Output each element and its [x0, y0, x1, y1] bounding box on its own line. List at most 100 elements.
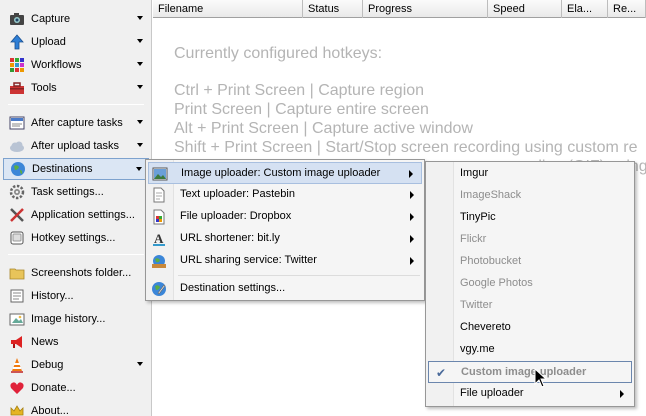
- sidebar-item-label: Destinations: [32, 163, 93, 175]
- column-remaining[interactable]: Re...: [608, 0, 646, 18]
- text-document-icon: [151, 187, 167, 203]
- submenu-arrow-icon: [410, 257, 414, 265]
- mouse-cursor-icon: [534, 368, 548, 388]
- menu-item-tinypic[interactable]: TinyPic: [428, 207, 632, 229]
- sidebar-item-label: History...: [31, 290, 74, 302]
- sidebar-item-label: Screenshots folder...: [31, 267, 132, 279]
- submenu-arrow-icon: [620, 390, 624, 398]
- sidebar-item-label: News: [31, 336, 59, 348]
- column-speed[interactable]: Speed: [488, 0, 562, 18]
- main-sidebar: Capture Upload Workflows Tools After cap…: [0, 0, 152, 416]
- sidebar-item-label: Image history...: [31, 313, 106, 325]
- sidebar-item-history[interactable]: History...: [3, 285, 149, 307]
- menu-item-google-photos: Google Photos: [428, 273, 632, 295]
- heart-icon: [9, 380, 25, 396]
- workflows-grid-icon: [9, 57, 25, 73]
- sidebar-item-label: Workflows: [31, 59, 82, 71]
- hotkey-line: Alt + Print Screen | Capture active wind…: [174, 120, 473, 137]
- chevron-down-icon: [137, 16, 143, 20]
- hotkey-line: Shift + Print Screen | Start/Stop screen…: [174, 139, 638, 156]
- sidebar-item-news[interactable]: News: [3, 331, 149, 353]
- menu-item-imgur[interactable]: Imgur: [428, 163, 632, 185]
- sidebar-item-destinations[interactable]: Destinations: [3, 158, 149, 180]
- sidebar-item-after-capture-tasks[interactable]: After capture tasks: [3, 112, 149, 134]
- column-filename[interactable]: Filename: [153, 0, 303, 18]
- menu-item-url-sharing[interactable]: URL sharing service: Twitter: [148, 250, 422, 272]
- submenu-arrow-icon: [410, 213, 414, 221]
- menu-item-file-uploader-sub[interactable]: File uploader: [428, 383, 632, 405]
- sidebar-item-debug[interactable]: Debug: [3, 354, 149, 376]
- file-uploader-icon: [151, 209, 167, 225]
- destination-settings-icon: [151, 281, 167, 297]
- menu-item-image-uploader[interactable]: Image uploader: Custom image uploader: [148, 162, 422, 184]
- menu-item-label: Twitter: [460, 299, 493, 311]
- sidebar-item-upload[interactable]: Upload: [3, 31, 149, 53]
- toolbox-icon: [9, 80, 25, 96]
- crown-icon: [9, 403, 25, 416]
- menu-item-url-shortener[interactable]: A URL shortener: bit.ly: [148, 228, 422, 250]
- menu-item-label: Custom image uploader: [461, 366, 587, 378]
- submenu-arrow-icon: [410, 191, 414, 199]
- menu-item-label: URL sharing service: Twitter: [180, 254, 317, 266]
- sidebar-item-label: Application settings...: [31, 209, 135, 221]
- sidebar-item-task-settings[interactable]: Task settings...: [3, 181, 149, 203]
- camera-icon: [9, 11, 25, 27]
- sidebar-item-image-history[interactable]: Image history...: [3, 308, 149, 330]
- menu-item-label: File uploader: Dropbox: [180, 210, 292, 222]
- menu-item-label: Destination settings...: [180, 282, 286, 294]
- checkmark-icon: ✔: [436, 366, 447, 380]
- sidebar-item-tools[interactable]: Tools: [3, 77, 149, 99]
- sidebar-item-about[interactable]: About...: [3, 400, 149, 416]
- upload-arrow-icon: [9, 34, 25, 50]
- menu-item-label: Imgur: [460, 167, 489, 179]
- column-header-row: Filename Status Progress Speed Ela... Re…: [153, 0, 646, 18]
- menu-item-photobucket: Photobucket: [428, 251, 632, 273]
- sidebar-divider: [8, 254, 144, 255]
- column-progress[interactable]: Progress: [363, 0, 488, 18]
- sidebar-item-donate[interactable]: Donate...: [3, 377, 149, 399]
- menu-item-chevereto[interactable]: Chevereto: [428, 317, 632, 339]
- chevron-down-icon: [137, 62, 143, 66]
- debug-cone-icon: [9, 357, 25, 373]
- menu-item-label: Photobucket: [460, 255, 522, 267]
- menu-item-vgy-me[interactable]: vgy.me: [428, 339, 632, 361]
- sidebar-item-screenshots-folder[interactable]: Screenshots folder...: [3, 262, 149, 284]
- image-uploader-icon: [152, 166, 168, 182]
- sidebar-item-capture[interactable]: Capture: [3, 8, 149, 30]
- sidebar-item-hotkey-settings[interactable]: Hotkey settings...: [3, 227, 149, 249]
- destinations-menu: Image uploader: Custom image uploader Te…: [145, 159, 425, 301]
- sidebar-item-label: Donate...: [31, 382, 76, 394]
- menu-item-text-uploader[interactable]: Text uploader: Pastebin: [148, 184, 422, 206]
- menu-item-label: TinyPic: [460, 211, 496, 223]
- column-status[interactable]: Status: [303, 0, 363, 18]
- url-sharing-icon: [151, 253, 167, 269]
- svg-text:A: A: [154, 231, 164, 246]
- sidebar-item-application-settings[interactable]: Application settings...: [3, 204, 149, 226]
- sidebar-item-workflows[interactable]: Workflows: [3, 54, 149, 76]
- menu-item-label: Text uploader: Pastebin: [180, 188, 295, 200]
- sidebar-item-after-upload-tasks[interactable]: After upload tasks: [3, 135, 149, 157]
- sidebar-item-label: Hotkey settings...: [31, 232, 116, 244]
- menu-item-destination-settings[interactable]: Destination settings...: [148, 278, 422, 300]
- history-icon: [9, 288, 25, 304]
- folder-icon: [9, 265, 25, 281]
- keyboard-icon: [9, 230, 25, 246]
- chevron-down-icon: [136, 167, 142, 171]
- chevron-down-icon: [137, 362, 143, 366]
- globe-icon: [10, 161, 26, 177]
- submenu-arrow-icon: [409, 170, 413, 178]
- menu-item-label: File uploader: [460, 387, 524, 399]
- menu-item-custom-image-uploader[interactable]: ✔ Custom image uploader: [428, 361, 632, 383]
- hotkeys-info: Currently configured hotkeys: Ctrl + Pri…: [174, 44, 646, 176]
- megaphone-icon: [9, 334, 25, 350]
- sidebar-item-label: After capture tasks: [31, 117, 123, 129]
- image-history-icon: [9, 311, 25, 327]
- column-elapsed[interactable]: Ela...: [562, 0, 608, 18]
- menu-item-file-uploader[interactable]: File uploader: Dropbox: [148, 206, 422, 228]
- url-shortener-icon: A: [151, 231, 167, 247]
- wrench-screwdriver-icon: [9, 207, 25, 223]
- menu-item-label: Flickr: [460, 233, 487, 245]
- gear-icon: [9, 184, 25, 200]
- submenu-arrow-icon: [410, 235, 414, 243]
- sidebar-item-label: After upload tasks: [31, 140, 120, 152]
